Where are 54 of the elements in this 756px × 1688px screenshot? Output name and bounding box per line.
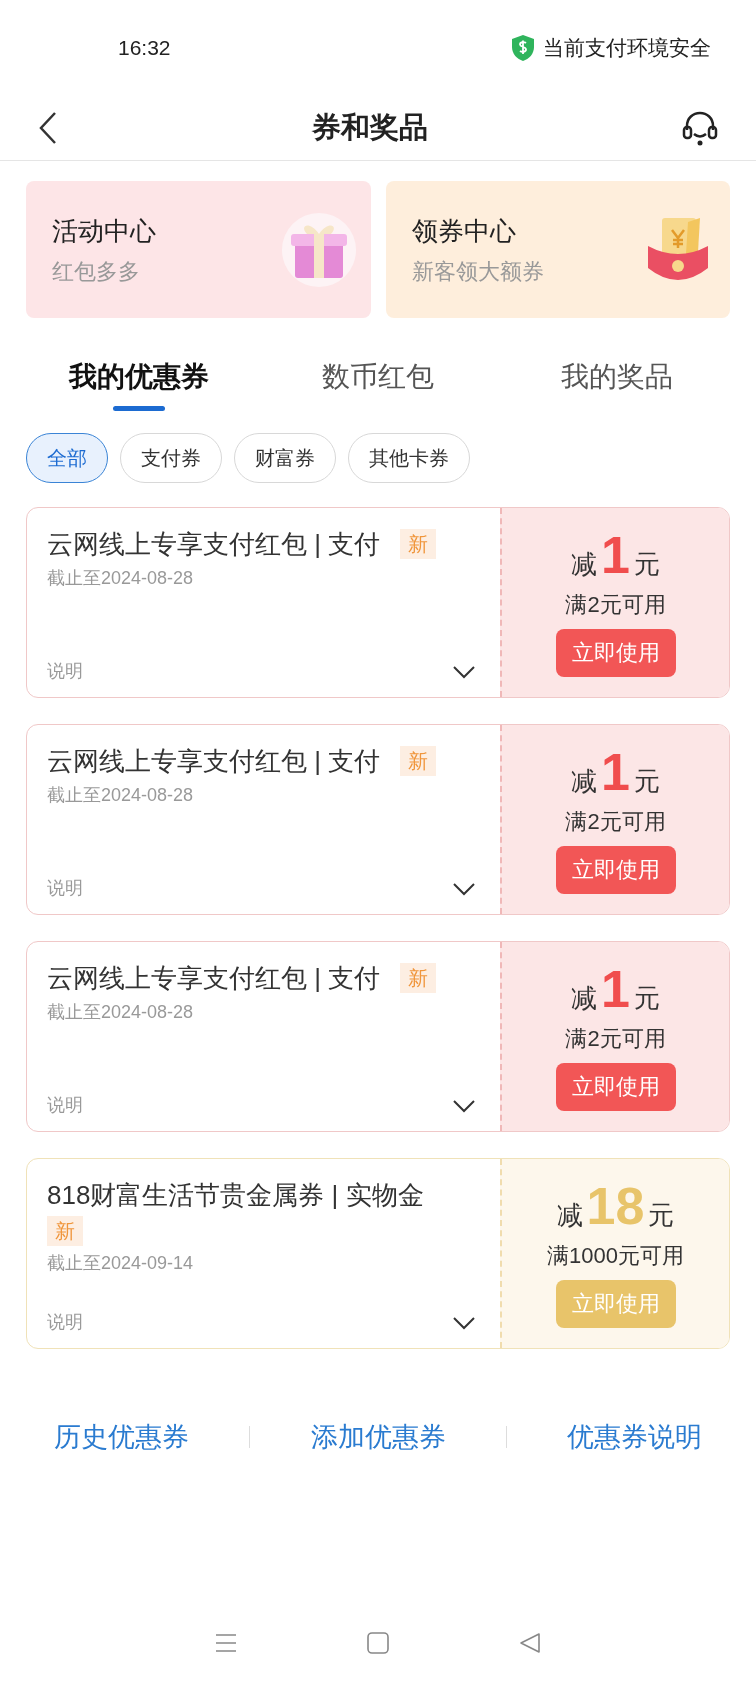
usage-condition: 满1000元可用 xyxy=(547,1241,684,1270)
details-label: 说明 xyxy=(47,1311,83,1334)
expiry-date: 截止至2024-08-28 xyxy=(47,783,195,807)
tab[interactable]: 我的奖品 xyxy=(560,356,673,398)
chevron-down-icon[interactable] xyxy=(452,881,476,896)
coupon-title: 云网线上专享支付红包 | 支付 xyxy=(47,745,381,778)
usage-condition: 满2元可用 xyxy=(565,807,666,836)
details-label: 说明 xyxy=(47,877,83,900)
security-status: 当前支付环境安全 xyxy=(543,34,711,61)
back-triangle-icon[interactable] xyxy=(519,1632,541,1654)
home-icon[interactable] xyxy=(367,1632,389,1654)
entry-subtitle: 红包多多 xyxy=(52,257,141,286)
chevron-down-icon[interactable] xyxy=(452,1315,476,1330)
coupon-title: 云网线上专享支付红包 | 支付 xyxy=(47,962,381,995)
new-badge: 新 xyxy=(400,963,437,994)
status-time: 16:32 xyxy=(118,34,171,61)
new-badge: 新 xyxy=(47,1215,83,1246)
chevron-down-icon[interactable] xyxy=(452,664,476,679)
discount-amount: 减 18 元 xyxy=(556,1179,675,1235)
filter-chip[interactable]: 财富券 xyxy=(234,433,336,483)
entry-title: 领券中心 xyxy=(411,214,517,248)
back-icon[interactable] xyxy=(38,110,58,145)
filter-chip[interactable]: 其他卡券 xyxy=(348,433,470,483)
tab-underline xyxy=(113,406,166,411)
footer-link[interactable]: 添加优惠券 xyxy=(310,1417,446,1458)
filter-chip[interactable]: 支付券 xyxy=(120,433,222,483)
footer-link[interactable]: 优惠券说明 xyxy=(567,1417,702,1458)
expiry-date: 截止至2024-08-28 xyxy=(47,566,195,590)
headset-icon[interactable] xyxy=(682,109,718,146)
expiry-date: 截止至2024-08-28 xyxy=(47,1000,195,1024)
entry-card[interactable]: 活动中心 红包多多 xyxy=(26,181,371,318)
gift-icon xyxy=(280,211,357,288)
discount-amount: 减 1 元 xyxy=(571,528,660,584)
entry-subtitle: 新客领大额券 xyxy=(411,257,544,286)
tab[interactable]: 我的优惠券 xyxy=(69,356,210,398)
footer-link[interactable]: 历史优惠券 xyxy=(54,1417,189,1458)
new-badge: 新 xyxy=(400,529,437,560)
filter-chip[interactable]: 全部 xyxy=(26,433,108,483)
coupon-title: 云网线上专享支付红包 | 支付 xyxy=(47,528,381,561)
page-title: 券和奖品 xyxy=(312,109,428,145)
entry-card[interactable]: 领券中心 新客领大额券 xyxy=(385,181,730,318)
new-badge: 新 xyxy=(400,746,437,777)
coupon-title: 818财富生活节贵金属券 | 实物金 xyxy=(47,1179,424,1212)
shield-icon xyxy=(511,33,535,62)
usage-condition: 满2元可用 xyxy=(565,590,666,619)
chevron-down-icon[interactable] xyxy=(452,1098,476,1113)
details-label: 说明 xyxy=(47,1094,83,1117)
details-label: 说明 xyxy=(47,660,83,683)
discount-amount: 减 1 元 xyxy=(571,962,660,1018)
entry-title: 活动中心 xyxy=(52,214,156,248)
tab[interactable]: 数币红包 xyxy=(322,356,434,398)
discount-amount: 减 1 元 xyxy=(571,745,660,801)
expiry-date: 截止至2024-09-14 xyxy=(47,1251,195,1275)
usage-condition: 满2元可用 xyxy=(565,1024,666,1053)
